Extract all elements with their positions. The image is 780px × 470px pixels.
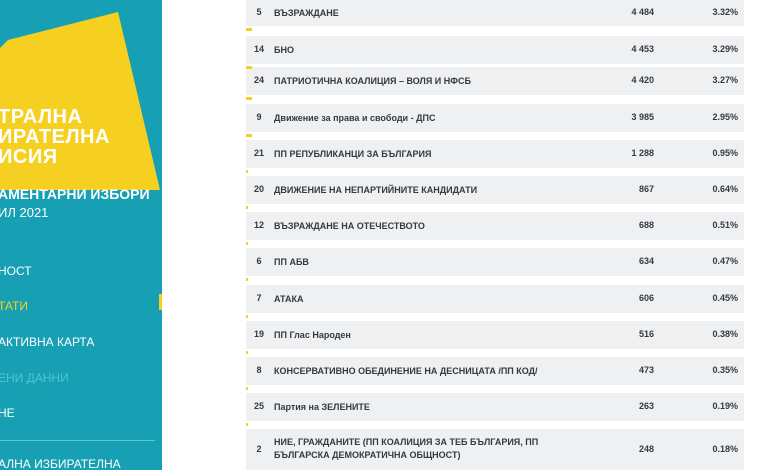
row-number: 8 — [256, 365, 262, 375]
result-row: 6 ПП АБВ 634 0.47% — [246, 248, 744, 276]
row-votes: 4 484 — [631, 7, 654, 17]
row-party-name: ПП Глас Народен — [274, 330, 351, 340]
result-row: 5 ВЪЗРАЖДАНЕ 4 484 3.32% — [246, 0, 744, 26]
nav-item-open-data[interactable]: ЕНИ ДАННИ — [0, 371, 69, 385]
row-votes: 4 420 — [631, 75, 654, 85]
row-votes: 1 288 — [631, 148, 654, 158]
result-row: 7 АТАКА 606 0.45% — [246, 285, 744, 313]
row-number: 2 — [256, 444, 262, 454]
result-row: 2 НИЕ, ГРАЖДАНИТЕ (ПП КОАЛИЦИЯ ЗА ТЕБ БЪЛ… — [246, 429, 744, 470]
row-number: 12 — [253, 220, 264, 230]
row-party-name: ДВИЖЕНИЕ НА НЕПАРТИЙНИТЕ КАНДИДАТИ — [274, 185, 478, 195]
row-party-name: Партия на ЗЕЛЕНИТЕ — [274, 402, 370, 412]
nav-divider — [0, 440, 155, 441]
row-percent: 0.95% — [712, 148, 738, 158]
sidebar: ТРАЛНА ИРАТЕЛНА ИСИЯ АМЕНТАРНИ ИЗБОРИ ИЛ… — [0, 0, 162, 470]
row-number: 5 — [256, 7, 262, 17]
row-party-name: ПАТРИОТИЧНА КОАЛИЦИЯ – ВОЛЯ И НФСБ — [274, 76, 471, 86]
row-percent: 0.45% — [712, 293, 738, 303]
nav-item-interactive-map[interactable]: АКТИВНА КАРТА — [0, 335, 94, 349]
nav-item-5[interactable]: НЕ — [0, 406, 15, 420]
row-percent: 3.29% — [712, 44, 738, 54]
nav-item-1[interactable]: НОСТ — [0, 264, 32, 278]
row-percent: 0.38% — [712, 329, 738, 339]
row-number: 9 — [256, 112, 262, 122]
row-party-name: ВЪЗРАЖДАНЕ — [274, 8, 339, 18]
row-percent: 0.64% — [712, 184, 738, 194]
row-percent: 0.51% — [712, 220, 738, 230]
row-percent: 0.47% — [712, 256, 738, 266]
row-share-bar — [246, 28, 252, 31]
row-number: 21 — [253, 148, 264, 158]
row-number: 20 — [253, 184, 264, 194]
row-share-bar — [246, 97, 252, 100]
row-number: 14 — [253, 44, 264, 54]
row-share-bar — [246, 351, 248, 354]
row-share-bar — [246, 66, 252, 69]
active-nav-marker — [159, 294, 162, 310]
row-percent: 2.95% — [712, 112, 738, 122]
row-share-bar — [246, 387, 248, 390]
result-row: 25 Партия на ЗЕЛЕНИТЕ 263 0.19% — [246, 393, 744, 421]
row-share-bar — [246, 170, 248, 173]
row-percent: 0.35% — [712, 365, 738, 375]
row-share-bar — [246, 206, 248, 209]
row-number: 6 — [256, 256, 262, 266]
result-row: 21 ПП РЕПУБЛИКАНЦИ ЗА БЪЛГАРИЯ 1 288 0.95% — [246, 140, 744, 168]
row-votes: 516 — [638, 329, 654, 339]
row-percent: 3.32% — [712, 7, 738, 17]
row-number: 19 — [253, 329, 264, 339]
row-votes: 4 453 — [631, 44, 654, 54]
row-votes: 263 — [638, 401, 654, 411]
nav-item-commission-link[interactable]: АЛНА ИЗБИРАТЕЛНА — [0, 457, 121, 470]
row-share-bar — [246, 278, 248, 281]
row-party-name: ПП АБВ — [274, 257, 309, 267]
row-number: 7 — [256, 293, 262, 303]
row-percent: 3.27% — [712, 75, 738, 85]
row-votes: 473 — [638, 365, 654, 375]
election-subtitle: ИЛ 2021 — [0, 205, 49, 220]
row-votes: 3 985 — [631, 112, 654, 122]
row-party-name: КОНСЕРВАТИВНО ОБЕДИНЕНИЕ НА ДЕСНИЦАТА /П… — [274, 366, 538, 376]
row-party-name: БНО — [274, 45, 294, 55]
row-share-bar — [246, 423, 248, 426]
row-votes: 634 — [638, 256, 654, 266]
row-share-bar — [246, 242, 248, 245]
row-party-name: Движение за права и свободи - ДПС — [274, 113, 436, 123]
row-number: 25 — [253, 401, 264, 411]
row-share-bar — [246, 315, 248, 318]
row-party-name: НИЕ, ГРАЖДАНИТЕ (ПП КОАЛИЦИЯ ЗА ТЕБ БЪЛГ… — [274, 437, 539, 460]
result-row: 9 Движение за права и свободи - ДПС 3 985 2… — [246, 104, 744, 132]
nav-item-results[interactable]: ТАТИ — [0, 299, 28, 313]
row-party-name: ПП РЕПУБЛИКАНЦИ ЗА БЪЛГАРИЯ — [274, 149, 432, 159]
result-row: 12 ВЪЗРАЖДАНЕ НА ОТЕЧЕСТВОТО 688 0.51% — [246, 212, 744, 240]
election-title: АМЕНТАРНИ ИЗБОРИ — [0, 186, 150, 202]
row-percent: 0.18% — [712, 444, 738, 454]
row-votes: 248 — [638, 444, 654, 454]
logo-text-line-3: ИСИЯ — [0, 146, 58, 168]
row-percent: 0.19% — [712, 401, 738, 411]
result-row: 8 КОНСЕРВАТИВНО ОБЕДИНЕНИЕ НА ДЕСНИЦАТА /… — [246, 357, 744, 385]
row-votes: 688 — [638, 220, 654, 230]
row-votes: 867 — [638, 184, 654, 194]
result-row: 24 ПАТРИОТИЧНА КОАЛИЦИЯ – ВОЛЯ И НФСБ 4 42… — [246, 67, 744, 95]
row-party-name: ВЪЗРАЖДАНЕ НА ОТЕЧЕСТВОТО — [274, 221, 425, 231]
row-votes: 606 — [638, 293, 654, 303]
row-number: 24 — [253, 75, 264, 85]
row-party-name: АТАКА — [274, 294, 304, 304]
row-share-bar — [246, 134, 252, 137]
result-row: 20 ДВИЖЕНИЕ НА НЕПАРТИЙНИТЕ КАНДИДАТИ 867 0… — [246, 176, 744, 204]
result-row: 14 БНО 4 453 3.29% — [246, 36, 744, 64]
result-row: 19 ПП Глас Народен 516 0.38% — [246, 321, 744, 349]
